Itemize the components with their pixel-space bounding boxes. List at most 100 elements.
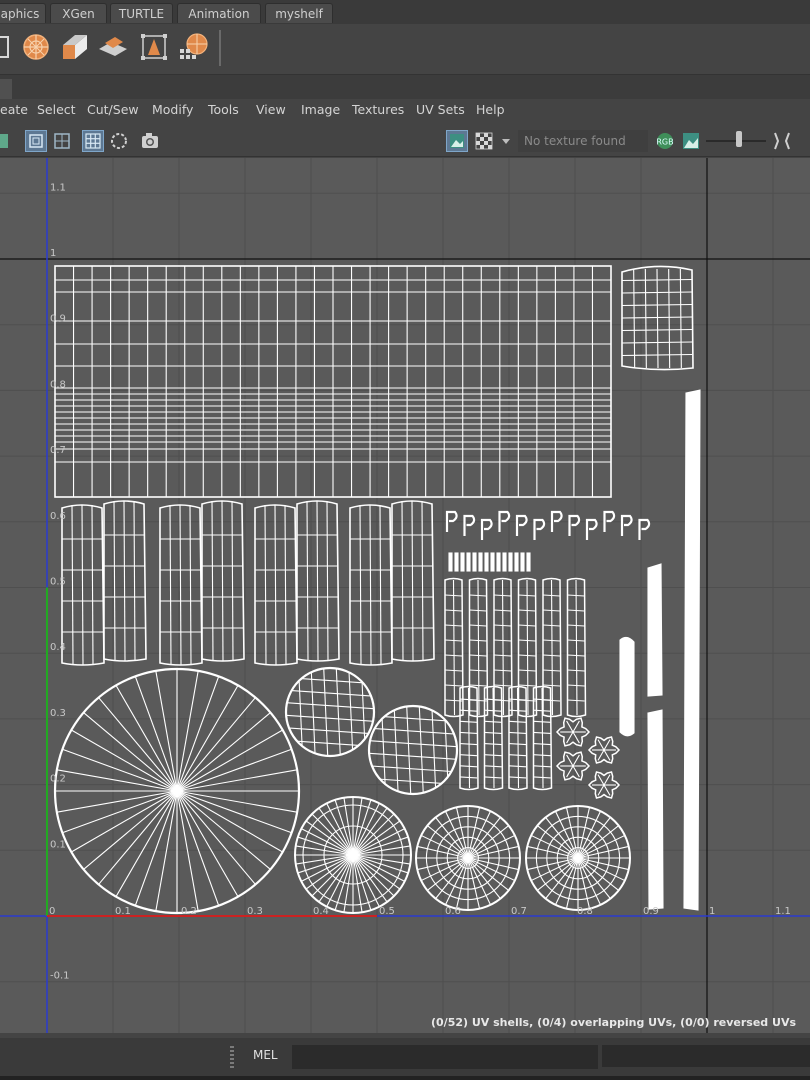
menu-modify[interactable]: Modify [152, 102, 193, 117]
menu-select[interactable]: Select [37, 102, 76, 117]
checker-map-icon[interactable] [473, 130, 495, 152]
uv-edge [518, 684, 536, 687]
texture-selector-field[interactable]: No texture found [518, 130, 648, 152]
shelf-tab-myshelf[interactable]: myshelf [265, 3, 333, 23]
bounding-box-icon[interactable] [138, 31, 170, 63]
menu-uv-sets[interactable]: UV Sets [416, 102, 465, 117]
wireframe-toggle-icon[interactable] [25, 130, 47, 152]
uv-edge [550, 579, 554, 716]
grid-toggle-icon[interactable] [82, 130, 104, 152]
uv-edge [566, 765, 574, 778]
polygon-icon[interactable] [0, 31, 16, 63]
uv-edge [567, 684, 585, 687]
v-tick-label: 1.1 [50, 182, 66, 193]
pixel-snap-icon[interactable] [108, 130, 130, 152]
panel-tab[interactable] [0, 79, 12, 99]
gamma-toggle-icon[interactable] [770, 130, 794, 152]
menu-textures[interactable]: Textures [352, 102, 404, 117]
uv-shell-bar [520, 552, 525, 572]
uv-edge [379, 504, 382, 666]
image-ratio-icon[interactable] [680, 130, 702, 152]
uv-edge [567, 669, 585, 672]
shaded-uv-icon[interactable] [51, 130, 73, 152]
uv-edge [621, 316, 693, 319]
rgb-channels-icon[interactable]: RGB [654, 130, 676, 152]
plane-uv-icon[interactable] [97, 31, 129, 63]
shelf-tab-bar: aphics XGen TURTLE Animation myshelf [0, 0, 810, 24]
v-tick-label: 0.6 [50, 511, 66, 522]
uv-edge [566, 720, 574, 733]
u-tick-label: 0.2 [181, 906, 197, 917]
uv-edge [679, 268, 682, 369]
uv-edge [575, 579, 578, 716]
uv-edge [81, 504, 84, 666]
uv-edge [518, 654, 536, 657]
mel-command-input[interactable] [292, 1045, 598, 1069]
uv-canvas[interactable]: 0 0.1 0.2 0.3 0.4 0.5 0.6 0.7 0.8 0.9 1 1.1 1.1 1 0.9 0… [0, 158, 810, 1033]
uv-edge [459, 776, 478, 779]
command-line: MEL [0, 1038, 810, 1076]
uv-edge [286, 702, 374, 710]
uv-edge [501, 579, 505, 716]
uv-edge [316, 500, 319, 662]
u-tick-label: 1.1 [775, 906, 791, 917]
uv-edge [603, 774, 611, 786]
u-tick-label: 0.4 [313, 906, 329, 917]
menu-cut-sew[interactable]: Cut/Sew [87, 102, 139, 117]
uv-edge [533, 743, 551, 746]
uv-edge [493, 654, 512, 657]
uv-edge [567, 654, 585, 657]
sphere-uv-icon[interactable] [20, 31, 52, 63]
uv-edge [286, 727, 374, 735]
shelf-tab-xgen[interactable]: XGen [50, 3, 107, 23]
menu-view[interactable]: View [256, 102, 286, 117]
exposure-slider-handle[interactable] [736, 131, 742, 147]
shelf-tab-turtle[interactable]: TURTLE [110, 3, 173, 23]
uv-shell-bar [496, 552, 501, 572]
uv-edge [597, 784, 605, 796]
uv-edge [572, 720, 580, 733]
uv-edge [369, 752, 457, 760]
uv-edge [566, 731, 574, 744]
uv-edge [306, 500, 309, 662]
uv-edge [231, 500, 234, 662]
uv-edge [597, 774, 605, 786]
uv-edge [542, 684, 561, 687]
uv-shell-hook [480, 518, 493, 540]
uv-edge [621, 291, 693, 294]
mel-language-label[interactable]: MEL [253, 1048, 278, 1062]
v-tick-label: 0.4 [50, 642, 66, 653]
cube-uv-icon[interactable] [59, 31, 91, 63]
shelf-tab-animation[interactable]: Animation [177, 3, 261, 23]
menu-tools[interactable]: Tools [208, 102, 239, 117]
menu-help[interactable]: Help [476, 102, 505, 117]
image-toggle-icon[interactable] [0, 130, 14, 152]
uv-edge [508, 765, 527, 768]
uv-edge [493, 669, 512, 672]
chevron-down-icon[interactable] [498, 130, 514, 152]
v-tick-label: 0.1 [50, 839, 66, 850]
uv-edge [603, 739, 611, 751]
panel-tab-strip [0, 75, 810, 99]
uv-edge [221, 500, 224, 662]
uv-edge [533, 754, 551, 757]
uv-edge [567, 699, 585, 702]
uv-edge [179, 504, 182, 666]
uv-edge [359, 504, 362, 666]
uv-shell-bar [466, 552, 471, 572]
window-bottom-edge [0, 1076, 810, 1080]
menu-image[interactable]: Image [301, 102, 340, 117]
uv-shell-bar [460, 552, 465, 572]
menu-create[interactable]: eate [0, 102, 28, 117]
uv-editor-viewport[interactable]: 0 0.1 0.2 0.3 0.4 0.5 0.6 0.7 0.8 0.9 1 1.1 1.1 1 0.9 0… [0, 158, 810, 1033]
sphere-grid-icon[interactable] [178, 31, 210, 63]
uv-shell-grid-disc [284, 666, 376, 758]
uv-edge [477, 579, 480, 716]
camera-icon[interactable] [139, 130, 161, 152]
command-line-grip[interactable] [230, 1046, 234, 1068]
uv-shell-bar [472, 552, 477, 572]
uv-shell-bar [484, 552, 489, 572]
shelf-tab-graphics[interactable]: aphics [0, 3, 46, 23]
display-image-icon[interactable] [446, 130, 468, 152]
uv-edge [484, 754, 502, 757]
